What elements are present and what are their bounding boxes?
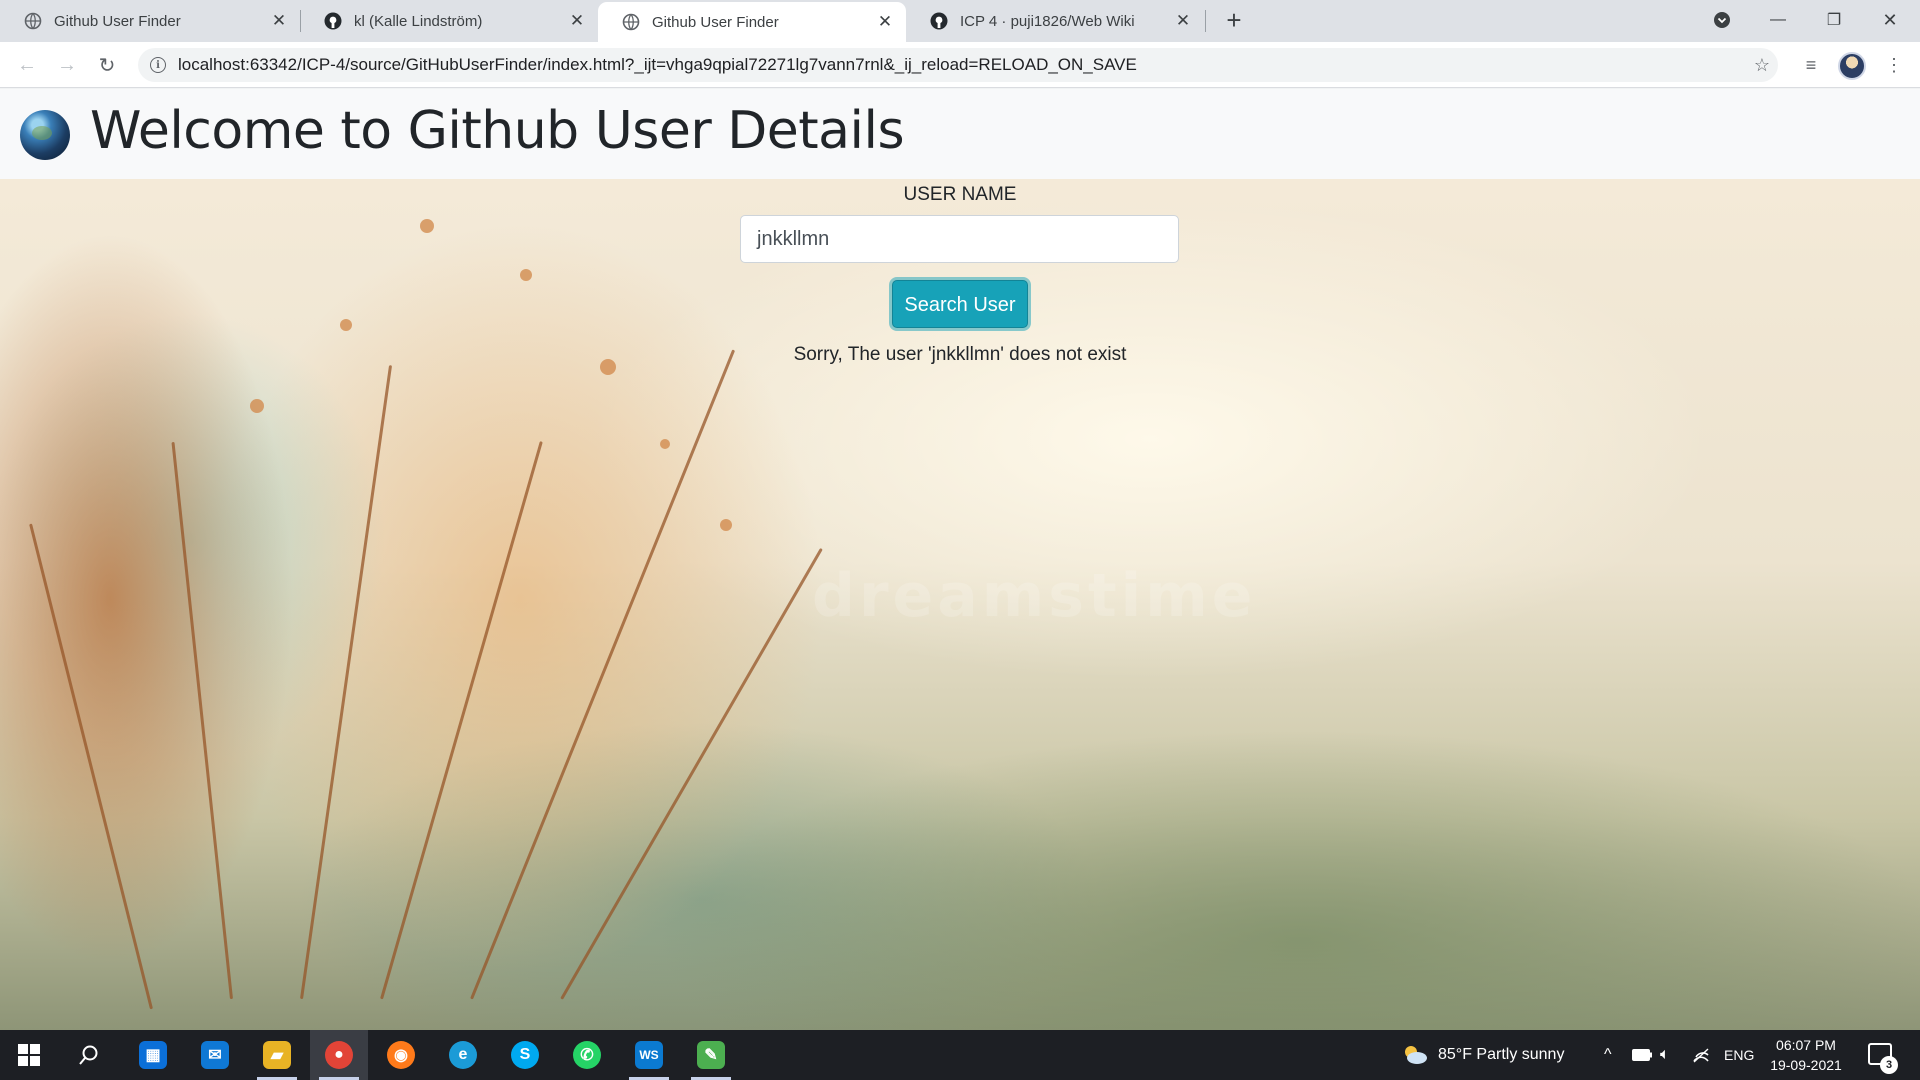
tab-kalle-lindstrom[interactable]: kl (Kalle Lindström) ✕ — [300, 0, 598, 42]
windows-taskbar: ▦ ✉ ▰ ● ◉ e S ✆ WS ✎ 85°F Partly sunny ^… — [0, 1030, 1920, 1080]
seed-head — [720, 519, 732, 531]
github-icon — [324, 12, 342, 30]
battery-icon[interactable] — [1632, 1030, 1652, 1080]
notification-count-badge: 3 — [1880, 1056, 1898, 1074]
chrome-icon: ● — [325, 1041, 353, 1069]
back-button[interactable]: ← — [12, 50, 42, 80]
weather-widget[interactable]: 85°F Partly sunny — [1402, 1030, 1564, 1080]
profile-avatar[interactable] — [1838, 52, 1866, 80]
seed-head — [250, 399, 264, 413]
search-icon[interactable] — [60, 1030, 118, 1080]
close-tab-icon[interactable]: ✕ — [1174, 11, 1192, 30]
page-viewport: Welcome to Github User Details dreamstim… — [0, 89, 1920, 1030]
mail-icon: ✉ — [201, 1041, 229, 1069]
firefox-icon: ◉ — [387, 1041, 415, 1069]
plant-stem — [300, 365, 393, 1000]
taskbar-app-chrome[interactable]: ● — [310, 1030, 368, 1080]
close-window-button[interactable]: ✕ — [1862, 0, 1918, 40]
system-clock[interactable]: 06:07 PM 19-09-2021 — [1763, 1035, 1849, 1075]
username-label: USER NAME — [903, 184, 1017, 205]
site-info-icon[interactable]: i — [150, 57, 166, 73]
taskbar-app-whatsapp[interactable]: ✆ — [558, 1030, 616, 1080]
store-icon: ▦ — [139, 1041, 167, 1069]
plant-stem — [29, 523, 153, 1010]
tab-search-icon[interactable] — [1694, 0, 1750, 40]
earth-logo — [20, 110, 70, 160]
globe-icon — [622, 13, 640, 31]
globe-icon — [24, 12, 42, 30]
taskbar-app-skype[interactable]: S — [496, 1030, 554, 1080]
volume-icon[interactable]: 🔈︎ — [1660, 1030, 1670, 1080]
menu-kebab-icon[interactable]: ⋮ — [1880, 51, 1908, 79]
restore-button[interactable]: ❐ — [1806, 0, 1862, 40]
page-header: Welcome to Github User Details — [0, 89, 1920, 179]
plant-stem — [380, 441, 543, 1000]
plant-stem — [560, 547, 823, 1000]
taskbar-app-webstorm[interactable]: WS — [620, 1030, 678, 1080]
search-form: USER NAME jnkkllmn Search User Sorry, Th… — [740, 181, 1180, 366]
tab-title: Github User Finder — [652, 13, 779, 31]
seed-head — [660, 439, 670, 449]
wifi-icon[interactable] — [1692, 1030, 1710, 1080]
taskbar-app-store[interactable]: ▦ — [124, 1030, 182, 1080]
browser-toolbar: ← → ↻ i localhost:63342/ICP-4/source/Git… — [0, 42, 1920, 88]
webstorm-icon: WS — [635, 1041, 663, 1069]
taskbar-app-mail[interactable]: ✉ — [186, 1030, 244, 1080]
search-user-button[interactable]: Search User — [892, 280, 1028, 328]
plant-stem — [171, 441, 233, 1000]
bookmark-star-icon[interactable]: ☆ — [1748, 51, 1776, 79]
seed-head — [520, 269, 532, 281]
clock-date: 19-09-2021 — [1770, 1057, 1842, 1073]
taskbar-app-firefox[interactable]: ◉ — [372, 1030, 430, 1080]
weather-text: 85°F Partly sunny — [1438, 1046, 1565, 1063]
username-input[interactable]: jnkkllmn — [740, 215, 1179, 263]
new-tab-button[interactable]: + — [1221, 7, 1247, 34]
taskbar-app-edge[interactable]: e — [434, 1030, 492, 1080]
tab-github-user-finder-active[interactable]: Github User Finder ✕ — [598, 2, 906, 42]
taskbar-app-paint[interactable]: ✎ — [682, 1030, 740, 1080]
close-tab-icon[interactable]: ✕ — [568, 11, 586, 30]
github-icon — [930, 12, 948, 30]
paint-icon: ✎ — [697, 1041, 725, 1069]
error-message: Sorry, The user 'jnkkllmn' does not exis… — [793, 344, 1127, 365]
plant-stem — [470, 349, 736, 1000]
start-button[interactable] — [0, 1030, 58, 1080]
tab-title: kl (Kalle Lindström) — [354, 12, 483, 30]
tab-strip: Github User Finder ✕ kl (Kalle Lindström… — [0, 0, 1920, 42]
seed-head — [600, 359, 616, 375]
tab-github-user-finder-1[interactable]: Github User Finder ✕ — [0, 0, 300, 42]
partly-sunny-icon — [1405, 1046, 1427, 1064]
clock-time: 06:07 PM — [1776, 1037, 1836, 1053]
forward-button[interactable]: → — [52, 50, 82, 80]
language-indicator[interactable]: ENG — [1724, 1030, 1754, 1080]
minimize-button[interactable]: — — [1750, 0, 1806, 40]
taskbar-app-file-explorer[interactable]: ▰ — [248, 1030, 306, 1080]
tab-divider — [1205, 10, 1206, 32]
watermark: dreamstime — [812, 561, 1257, 631]
url-text: localhost:63342/ICP-4/source/GitHubUserF… — [178, 55, 1137, 74]
reload-button[interactable]: ↻ — [92, 50, 122, 80]
skype-icon: S — [511, 1041, 539, 1069]
folder-icon: ▰ — [263, 1041, 291, 1069]
seed-head — [420, 219, 434, 233]
tab-title: ICP 4 · puji1826/Web Wiki — [960, 12, 1135, 30]
page-title: Welcome to Github User Details — [90, 101, 905, 161]
seed-head — [340, 319, 352, 331]
close-tab-icon[interactable]: ✕ — [270, 11, 288, 30]
close-tab-icon[interactable]: ✕ — [876, 12, 894, 31]
tab-title: Github User Finder — [54, 12, 181, 30]
show-hidden-icons-chevron[interactable]: ^ — [1604, 1030, 1612, 1080]
windows-icon — [18, 1044, 40, 1066]
tab-icp4-web-wiki[interactable]: ICP 4 · puji1826/Web Wiki ✕ — [906, 0, 1204, 42]
edge-icon: e — [449, 1041, 477, 1069]
reading-list-icon[interactable]: ≡ — [1797, 51, 1825, 79]
whatsapp-icon: ✆ — [573, 1041, 601, 1069]
address-bar[interactable]: i localhost:63342/ICP-4/source/GitHubUse… — [138, 48, 1778, 82]
